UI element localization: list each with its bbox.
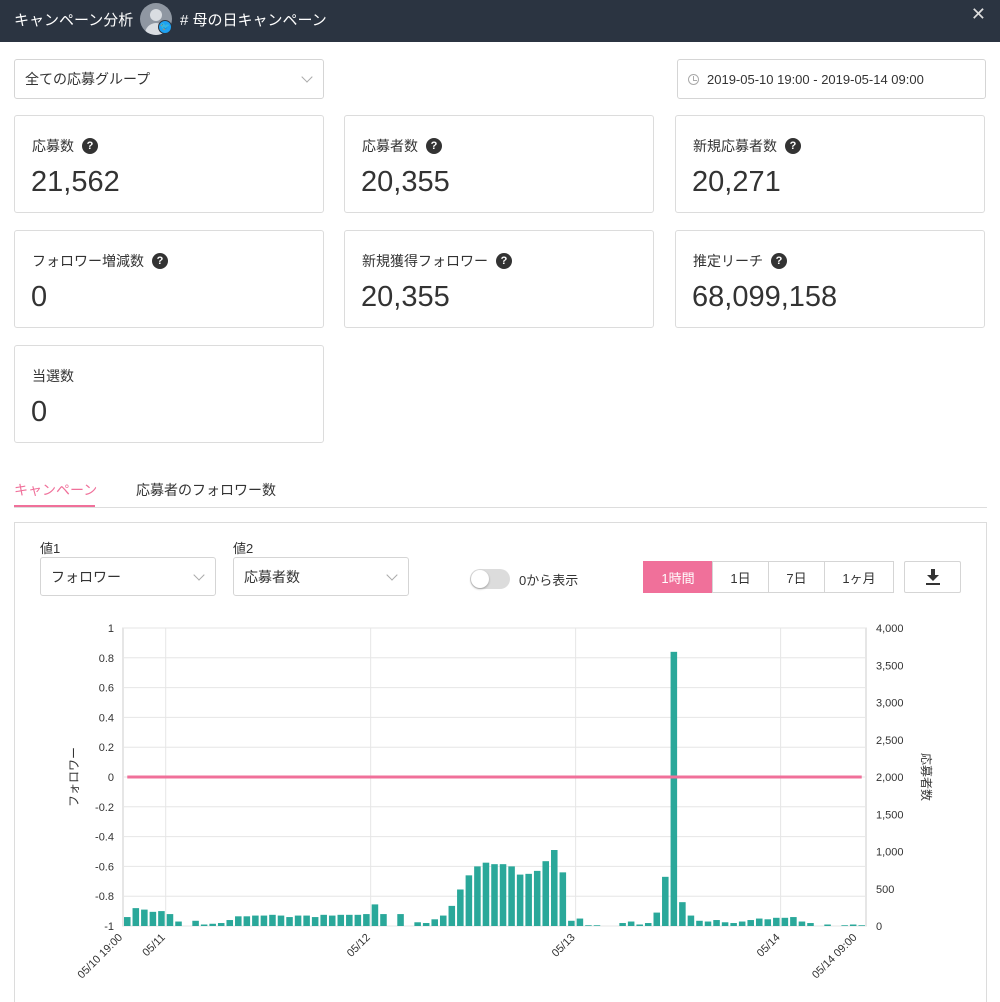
value2-select-value: 応募者数 <box>244 568 300 585</box>
app-title: キャンペーン分析 <box>14 12 134 29</box>
stat-value: 0 <box>31 281 48 313</box>
clock-icon <box>688 73 699 85</box>
tab-bar: キャンペーン 応募者のフォロワー数 <box>14 470 987 508</box>
stat-label: 応募者数 <box>362 138 418 154</box>
stat-label: 当選数 <box>32 368 74 384</box>
download-icon <box>925 569 940 585</box>
period-selector: 1時間 1日 7日 1ヶ月 <box>643 561 894 593</box>
stat-value: 20,271 <box>692 166 781 198</box>
stat-value: 68,099,158 <box>692 281 838 313</box>
stat-label: フォロワー増減数 <box>32 253 144 269</box>
period-1-day-button[interactable]: 1日 <box>712 561 769 593</box>
stat-card-reach: 推定リーチ? 68,099,158 <box>675 230 985 328</box>
tab-campaign[interactable]: キャンペーン <box>14 480 97 500</box>
campaign-name: # 母の日キャンペーン <box>180 12 327 29</box>
help-icon[interactable]: ? <box>82 138 98 154</box>
zero-baseline-label: 0から表示 <box>519 573 579 588</box>
chevron-down-icon <box>193 568 205 581</box>
download-button[interactable] <box>904 561 961 593</box>
period-7-day-button[interactable]: 7日 <box>768 561 825 593</box>
value1-label: 値1 <box>40 541 61 556</box>
stat-value: 21,562 <box>31 166 120 198</box>
stat-card-follower-change: フォロワー増減数? 0 <box>14 230 324 328</box>
help-icon[interactable]: ? <box>785 138 801 154</box>
close-icon[interactable]: ✕ <box>971 4 986 25</box>
stat-value: 0 <box>31 396 48 428</box>
date-range-value: 2019-05-10 19:00 - 2019-05-14 09:00 <box>707 71 924 87</box>
stat-label: 推定リーチ <box>693 253 763 269</box>
zero-baseline-toggle[interactable] <box>470 569 510 589</box>
stat-card-applicants: 応募者数? 20,355 <box>344 115 654 213</box>
stat-card-entries: 応募数? 21,562 <box>14 115 324 213</box>
value2-select[interactable]: 応募者数 <box>233 557 409 596</box>
stat-label: 応募数 <box>32 138 74 154</box>
stat-card-winners: 当選数 0 <box>14 345 324 443</box>
value1-select[interactable]: フォロワー <box>40 557 216 596</box>
stat-card-new-followers: 新規獲得フォロワー? 20,355 <box>344 230 654 328</box>
group-select[interactable]: 全ての応募グループ <box>14 59 324 99</box>
tab-applicant-followers[interactable]: 応募者のフォロワー数 <box>136 480 276 500</box>
top-bar: キャンペーン分析 🐦 # 母の日キャンペーン ✕ <box>0 0 1000 42</box>
stat-label: 新規応募者数 <box>693 138 777 154</box>
stat-value: 20,355 <box>361 166 450 198</box>
value2-label: 値2 <box>233 541 254 556</box>
date-range-picker[interactable]: 2019-05-10 19:00 - 2019-05-14 09:00 <box>677 59 986 99</box>
chevron-down-icon <box>301 71 313 83</box>
active-tab-indicator <box>14 505 95 507</box>
stat-card-new-applicants: 新規応募者数? 20,271 <box>675 115 985 213</box>
stat-value: 20,355 <box>361 281 450 313</box>
toggle-knob <box>471 570 489 588</box>
value1-select-value: フォロワー <box>51 568 121 585</box>
twitter-badge-icon: 🐦 <box>158 20 172 34</box>
help-icon[interactable]: ? <box>152 253 168 269</box>
stat-label: 新規獲得フォロワー <box>362 253 488 269</box>
help-icon[interactable]: ? <box>426 138 442 154</box>
period-1-month-button[interactable]: 1ヶ月 <box>824 561 894 593</box>
chevron-down-icon <box>386 568 398 581</box>
help-icon[interactable]: ? <box>771 253 787 269</box>
period-1-hour-button[interactable]: 1時間 <box>643 561 713 593</box>
group-select-value: 全ての応募グループ <box>25 71 151 87</box>
help-icon[interactable]: ? <box>496 253 512 269</box>
